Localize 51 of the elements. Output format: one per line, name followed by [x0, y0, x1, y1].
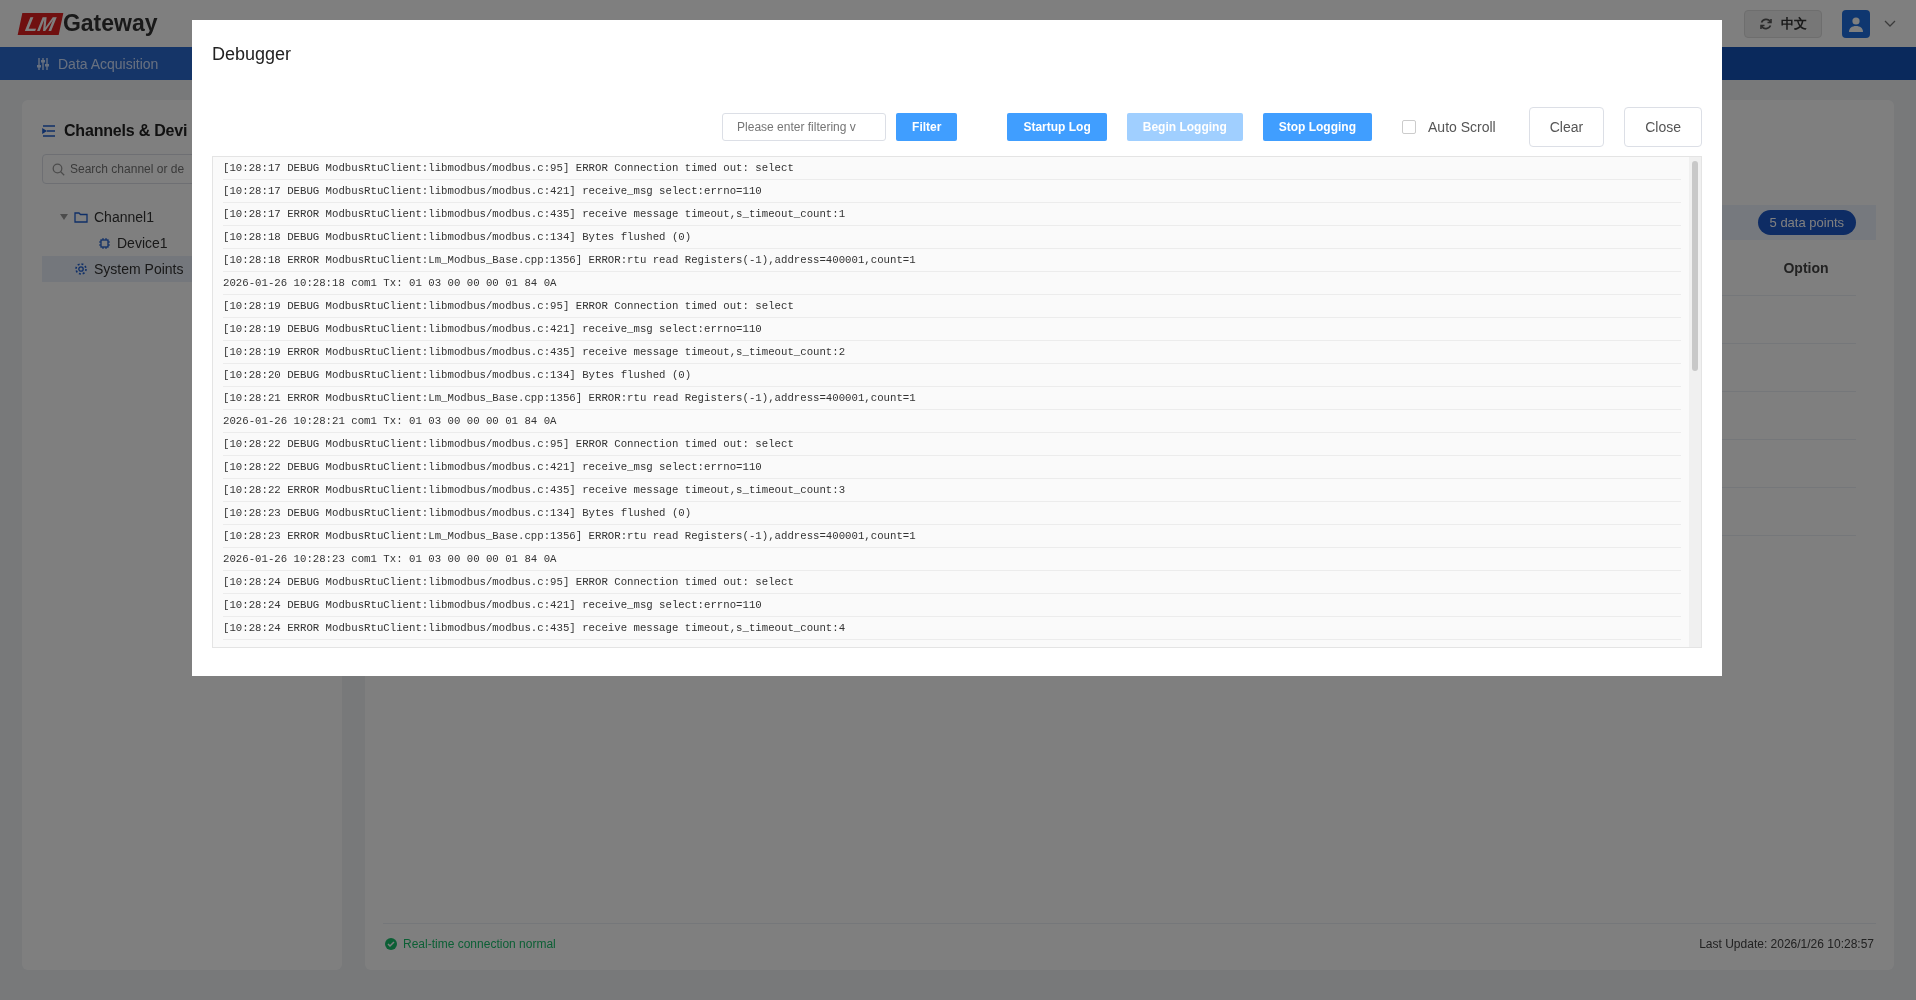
last-update: Last Update: 2026/1/26 10:28:57	[1699, 937, 1874, 951]
log-line: [10:28:23 ERROR ModbusRtuClient:Lm_Modbus_Base.cpp:1356] ERROR:rtu read Registers(-1),address=400001,count=1	[223, 525, 1681, 548]
log-line: [10:28:19 DEBUG ModbusRtuClient:libmodbus/modbus.c:95] ERROR Connection timed out: select	[223, 295, 1681, 318]
sliders-icon	[36, 56, 50, 71]
log-line: [10:28:22 DEBUG ModbusRtuClient:libmodbus/modbus.c:95] ERROR Connection timed out: select	[223, 433, 1681, 456]
log-line: [10:28:22 ERROR ModbusRtuClient:libmodbus/modbus.c:435] receive message timeout,s_timeout_count:3	[223, 479, 1681, 502]
connection-status: Real-time connection normal	[403, 937, 556, 951]
count-badge: 5 data points	[1757, 210, 1856, 235]
avatar[interactable]	[1842, 9, 1870, 38]
chevron-down-icon[interactable]	[1884, 19, 1896, 28]
log-line: 2026-01-26 10:28:21 com1 Tx: 01 03 00 00 00 01 84 0A	[223, 410, 1681, 433]
checkbox-label[interactable]: Auto Scroll	[1428, 119, 1496, 135]
log-line: [10:28:18 ERROR ModbusRtuClient:Lm_Modbus_Base.cpp:1356] ERROR:rtu read Registers(-1),address=400001,count=1	[223, 249, 1681, 272]
log-line: [10:28:17 DEBUG ModbusRtuClient:libmodbus/modbus.c:421] receive_msg select:errno=110	[223, 180, 1681, 203]
nav-item[interactable]: Data Acquisition	[0, 47, 195, 80]
log-line: [10:28:20 DEBUG ModbusRtuClient:libmodbus/modbus.c:134] Bytes flushed (0)	[223, 364, 1681, 387]
list-icon	[42, 125, 56, 137]
log-line: [10:28:24 ERROR ModbusRtuClient:libmodbus/modbus.c:435] receive message timeout,s_timeout_count:4	[223, 617, 1681, 640]
panel-title: Channels & Devi	[64, 122, 188, 140]
log-line: [10:28:24 DEBUG ModbusRtuClient:libmodbus/modbus.c:421] receive_msg select:errno=110	[223, 594, 1681, 617]
log-line: 2026-01-26 10:28:18 com1 Tx: 01 03 00 00 00 01 84 0A	[223, 272, 1681, 295]
action-button[interactable]: Close	[1624, 107, 1702, 147]
log-line: [10:28:17 DEBUG ModbusRtuClient:libmodbus/modbus.c:95] ERROR Connection timed out: select	[223, 157, 1681, 180]
folder-icon	[74, 211, 88, 223]
log-line: [10:28:22 DEBUG ModbusRtuClient:libmodbus/modbus.c:421] receive_msg select:errno=110	[223, 456, 1681, 479]
language-button[interactable]: 中文	[1744, 9, 1822, 38]
action-button[interactable]: Clear	[1528, 107, 1605, 147]
logo-mark: LM	[17, 12, 64, 35]
action-button[interactable]: Stop Logging	[1262, 113, 1373, 141]
log-line: [10:28:19 ERROR ModbusRtuClient:libmodbus/modbus.c:435] receive message timeout,s_timeout_count:2	[223, 341, 1681, 364]
dialog-title: Debugger	[212, 43, 293, 66]
chip-icon	[98, 236, 111, 250]
scrollbar[interactable]	[1692, 161, 1698, 371]
logo-text: Gateway	[62, 10, 158, 37]
action-button[interactable]: Filter	[896, 113, 958, 141]
log-line: [10:28:24 DEBUG ModbusRtuClient:libmodbus/modbus.c:95] ERROR Connection timed out: select	[223, 571, 1681, 594]
refresh-icon	[1759, 16, 1773, 31]
log-line: 2026-01-26 10:28:23 com1 Tx: 01 03 00 00 00 01 84 0A	[223, 548, 1681, 571]
log-line: [10:28:17 ERROR ModbusRtuClient:libmodbus/modbus.c:435] receive message timeout,s_timeout_count:1	[223, 203, 1681, 226]
checkbox[interactable]	[1402, 120, 1417, 134]
column-header: Option	[1782, 259, 1830, 276]
log-line: [10:28:23 DEBUG ModbusRtuClient:libmodbus/modbus.c:134] Bytes flushed (0)	[223, 502, 1681, 525]
check-circle-icon	[385, 938, 397, 950]
log-line: [10:28:18 DEBUG ModbusRtuClient:libmodbus/modbus.c:134] Bytes flushed (0)	[223, 226, 1681, 249]
action-button[interactable]: Startup Log	[1007, 113, 1107, 141]
filter-field[interactable]: Please enter filtering v	[722, 113, 887, 141]
log-line: [10:28:19 DEBUG ModbusRtuClient:libmodbus/modbus.c:421] receive_msg select:errno=110	[223, 318, 1681, 341]
log-line: [10:28:21 ERROR ModbusRtuClient:Lm_Modbus_Base.cpp:1356] ERROR:rtu read Registers(-1),address=400001,count=1	[223, 387, 1681, 410]
search-icon	[52, 163, 65, 176]
user-icon	[1847, 14, 1865, 33]
gear-icon	[74, 262, 88, 276]
